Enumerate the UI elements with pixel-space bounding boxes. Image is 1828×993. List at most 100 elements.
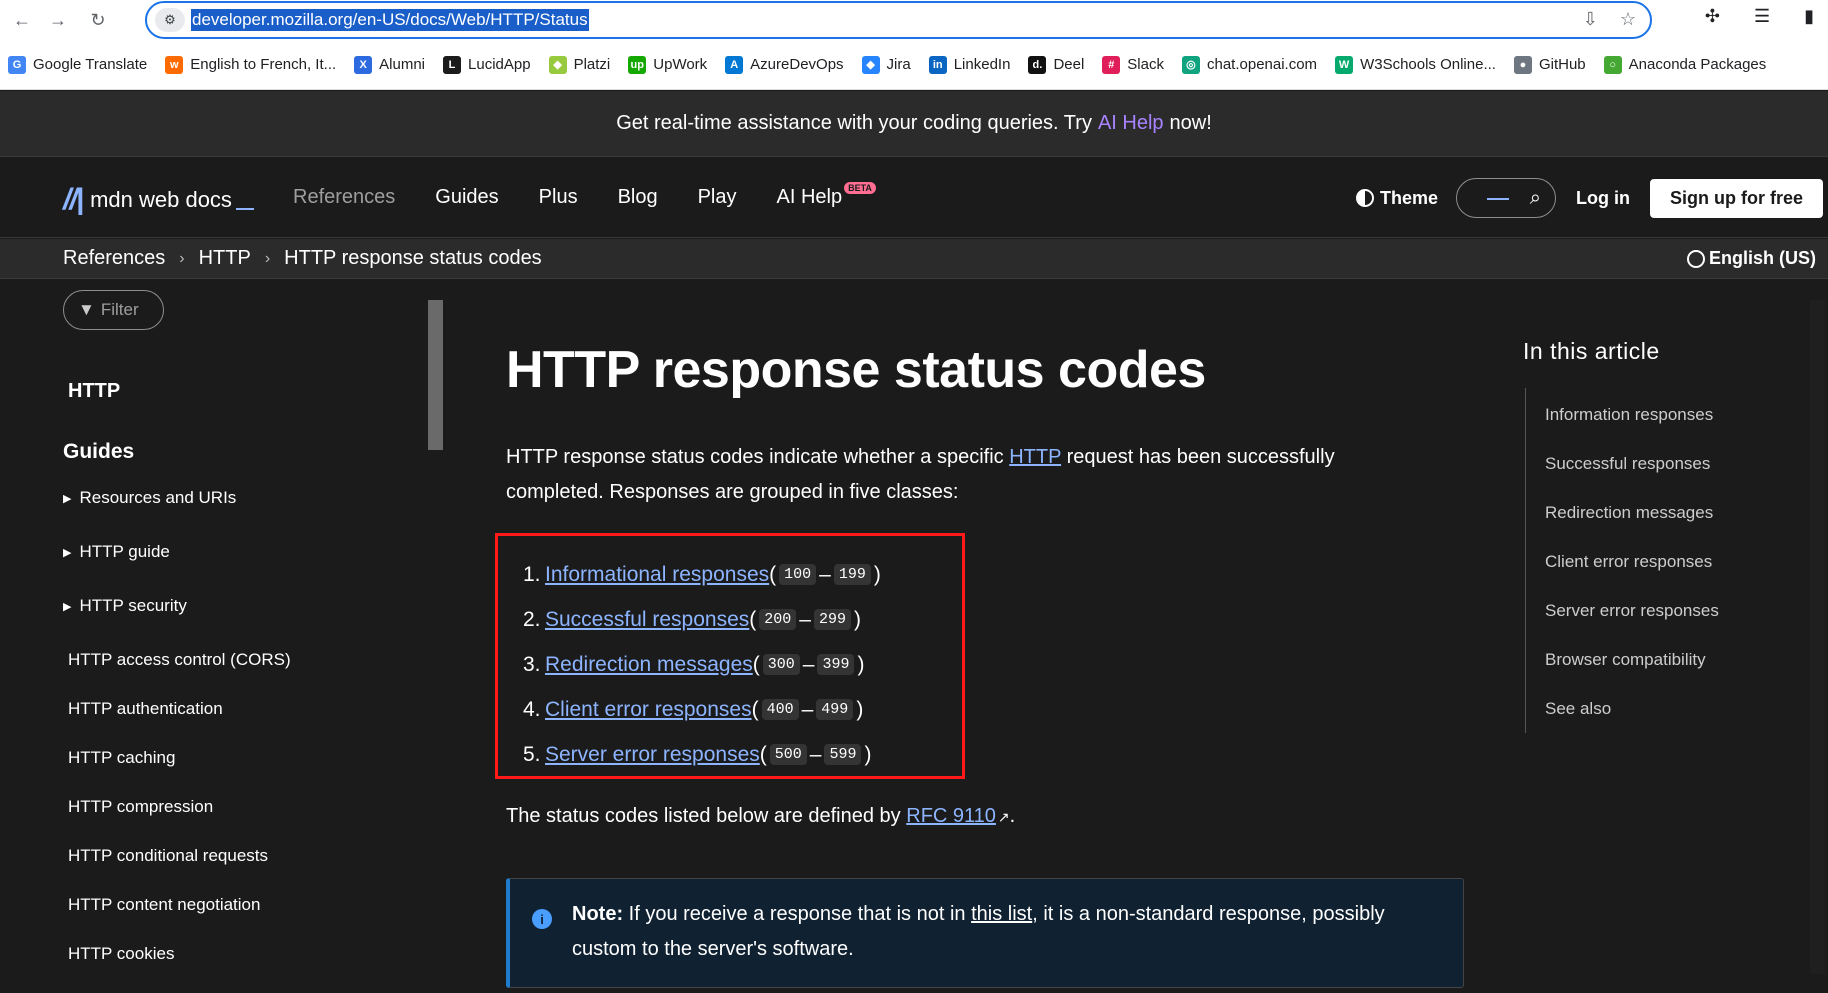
breadcrumb-http[interactable]: HTTP bbox=[199, 247, 251, 270]
bookmark-item[interactable]: ● GitHub bbox=[1513, 55, 1586, 74]
paren-open: ( bbox=[752, 652, 760, 676]
bookmark-item[interactable]: A AzureDevOps bbox=[725, 55, 844, 74]
sidebar-item[interactable]: HTTP authentication bbox=[63, 699, 291, 748]
sidebar-item[interactable]: HTTP conditional requests bbox=[63, 846, 291, 895]
status-class-link[interactable]: Client error responses bbox=[545, 698, 752, 722]
extensions-icon[interactable]: ✣ bbox=[1705, 6, 1720, 27]
nav-ai-help[interactable]: AI Help BETA bbox=[777, 182, 876, 209]
toc-item[interactable]: Successful responses bbox=[1545, 439, 1719, 488]
status-class-link[interactable]: Server error responses bbox=[545, 743, 760, 767]
login-link[interactable]: Log in bbox=[1576, 188, 1630, 209]
signup-button[interactable]: Sign up for free bbox=[1649, 178, 1823, 218]
bookmark-item[interactable]: L LucidApp bbox=[443, 55, 531, 74]
status-class-item: 1. Informational responses (100 – 199) bbox=[523, 552, 881, 597]
browser-toolbar: ← → ↻ ⚙ developer.mozilla.org/en-US/docs… bbox=[0, 0, 1828, 40]
bookmark-item[interactable]: X Alumni bbox=[354, 55, 425, 74]
filter-placeholder: Filter bbox=[100, 300, 139, 319]
breadcrumb-current[interactable]: HTTP response status codes bbox=[284, 247, 542, 270]
sidebar-item-label: Resources and URIs bbox=[79, 488, 237, 507]
nav-guides[interactable]: Guides bbox=[435, 186, 498, 209]
code-to: 499 bbox=[816, 699, 854, 720]
toc-item[interactable]: See also bbox=[1545, 684, 1719, 733]
toc-item[interactable]: Browser compatibility bbox=[1545, 635, 1719, 684]
banner-ai-help-link[interactable]: AI Help bbox=[1098, 112, 1164, 135]
list-number: 5. bbox=[523, 742, 541, 766]
globe-icon bbox=[1687, 249, 1705, 268]
bookmark-item[interactable]: # Slack bbox=[1102, 55, 1164, 74]
bookmark-favicon-icon: # bbox=[1102, 55, 1121, 74]
sidebar-scrollbar[interactable] bbox=[428, 300, 443, 450]
sidebar-item[interactable]: HTTP content negotiation bbox=[63, 895, 291, 944]
bookmark-item[interactable]: d. Deel bbox=[1028, 55, 1084, 74]
reload-icon[interactable]: ↻ bbox=[82, 4, 114, 36]
reading-list-icon[interactable]: ☰ bbox=[1754, 6, 1770, 27]
bookmark-favicon-icon: ◎ bbox=[1181, 55, 1200, 74]
bookmark-star-icon[interactable]: ☆ bbox=[1620, 9, 1636, 30]
nav-blog[interactable]: Blog bbox=[618, 186, 658, 209]
range-dash: – bbox=[801, 697, 814, 721]
sidebar-item[interactable]: HTTP access control (CORS) bbox=[63, 650, 291, 699]
toc-item[interactable]: Server error responses bbox=[1545, 586, 1719, 635]
note-list-link[interactable]: this list bbox=[971, 903, 1032, 925]
bookmark-favicon-icon: in bbox=[928, 55, 947, 74]
table-of-contents: In this article Information responses Suc… bbox=[1523, 280, 1813, 974]
bookmark-item[interactable]: ○ Anaconda Packages bbox=[1603, 55, 1767, 74]
sidebar-item[interactable]: HTTP cookies bbox=[63, 944, 291, 993]
sidebar-item[interactable]: HTTP caching bbox=[63, 748, 291, 797]
nav-play[interactable]: Play bbox=[698, 186, 737, 209]
bookmark-label: Anaconda Packages bbox=[1628, 56, 1767, 73]
code-from: 400 bbox=[761, 699, 799, 720]
toc-item[interactable]: Information responses bbox=[1545, 390, 1719, 439]
mdn-logo[interactable]: //| mdn web docs bbox=[63, 183, 254, 217]
list-number: 3. bbox=[523, 652, 541, 676]
bookmark-favicon-icon: ◆ bbox=[861, 55, 880, 74]
bookmark-label: Slack bbox=[1127, 56, 1164, 73]
nav-plus[interactable]: Plus bbox=[539, 186, 578, 209]
toc-item[interactable]: Redirection messages bbox=[1545, 488, 1719, 537]
sidebar-item[interactable]: HTTP compression bbox=[63, 797, 291, 846]
bookmark-item[interactable]: ◎ chat.openai.com bbox=[1181, 55, 1317, 74]
bookmark-item[interactable]: w English to French, It... bbox=[165, 55, 337, 74]
forward-icon[interactable]: → bbox=[42, 4, 74, 36]
bookmark-item[interactable]: W W3Schools Online... bbox=[1335, 55, 1496, 74]
info-icon: i bbox=[532, 909, 552, 929]
code-to: 399 bbox=[817, 654, 855, 675]
page-scrollbar[interactable] bbox=[1810, 300, 1825, 974]
bookmark-item[interactable]: up UpWork bbox=[628, 55, 707, 74]
bookmark-item[interactable]: ◆ Jira bbox=[861, 55, 911, 74]
bookmark-item[interactable]: G Google Translate bbox=[8, 55, 147, 74]
language-switcher[interactable]: English (US) bbox=[1687, 248, 1816, 269]
http-link[interactable]: HTTP bbox=[1009, 446, 1061, 468]
language-label: English (US) bbox=[1709, 248, 1816, 268]
filter-input[interactable]: ▼ Filter bbox=[63, 290, 164, 330]
banner-text: Get real-time assistance with your codin… bbox=[616, 112, 1092, 134]
site-info-icon[interactable]: ⚙ bbox=[155, 8, 185, 32]
status-class-link[interactable]: Successful responses bbox=[545, 608, 749, 632]
sidebar-collapsible-item[interactable]: ▶ HTTP guide bbox=[63, 542, 291, 596]
search-button[interactable]: ⌕ bbox=[1456, 178, 1556, 218]
bookmark-label: Jira bbox=[886, 56, 911, 73]
status-class-link[interactable]: Informational responses bbox=[545, 563, 769, 587]
breadcrumb-references[interactable]: References bbox=[63, 247, 165, 270]
address-bar[interactable]: ⚙ developer.mozilla.org/en-US/docs/Web/H… bbox=[145, 1, 1652, 39]
status-class-item: 4. Client error responses (400 – 499) bbox=[523, 687, 881, 732]
sidebar-collapsible-item[interactable]: ▶ HTTP security bbox=[63, 596, 291, 650]
theme-button[interactable]: Theme bbox=[1355, 188, 1438, 209]
toc-item[interactable]: Client error responses bbox=[1545, 537, 1719, 586]
sidebar-heading[interactable]: HTTP bbox=[68, 380, 120, 403]
bookmark-label: LinkedIn bbox=[953, 56, 1011, 73]
sidebar-collapsible-item[interactable]: ▶ Resources and URIs bbox=[63, 488, 291, 542]
install-app-icon[interactable]: ⇩ bbox=[1583, 9, 1598, 30]
chevron-right-icon: › bbox=[264, 249, 271, 267]
bookmark-item[interactable]: in LinkedIn bbox=[928, 55, 1011, 74]
bookmark-item[interactable]: ◆ Platzi bbox=[548, 55, 610, 74]
bookmark-favicon-icon: G bbox=[8, 55, 26, 74]
side-panel-icon[interactable]: ▮ bbox=[1804, 6, 1814, 27]
back-icon[interactable]: ← bbox=[6, 4, 38, 36]
url-text[interactable]: developer.mozilla.org/en-US/docs/Web/HTT… bbox=[191, 9, 589, 31]
rfc-link[interactable]: RFC 9110 bbox=[906, 805, 996, 827]
range-dash: – bbox=[802, 652, 815, 676]
status-class-link[interactable]: Redirection messages bbox=[545, 653, 753, 677]
nav-references[interactable]: References bbox=[293, 186, 395, 209]
bookmark-label: English to French, It... bbox=[190, 56, 337, 73]
